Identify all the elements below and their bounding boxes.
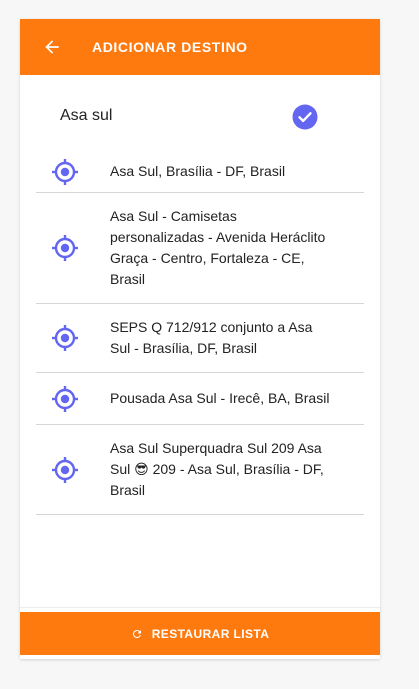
- footer-divider: [20, 607, 380, 608]
- result-label: Asa Sul Superquadra Sul 209 Asa Sul 😎 20…: [110, 440, 324, 498]
- confirm-button[interactable]: [292, 104, 318, 130]
- back-button[interactable]: [38, 33, 66, 61]
- result-label: Asa Sul, Brasília - DF, Brasil: [110, 163, 286, 179]
- location-target-icon: [52, 235, 78, 261]
- app-header: ADICIONAR DESTINO: [20, 19, 380, 75]
- result-label: SEPS Q 712/912 conjunto a Asa Sul - Bras…: [110, 319, 313, 356]
- search-row: [20, 94, 380, 140]
- arrow-left-icon: [45, 40, 59, 54]
- results-list: Asa Sul, Brasília - DF, Brasil Asa Sul -…: [36, 151, 364, 515]
- result-label: Asa Sul - Camisetas personalizadas - Ave…: [110, 208, 326, 287]
- destination-panel: ADICIONAR DESTINO Asa Sul, Brasília - DF…: [20, 19, 380, 659]
- location-target-icon: [52, 158, 78, 185]
- location-target-icon: [52, 385, 78, 412]
- destination-search-input[interactable]: [58, 102, 282, 130]
- list-item[interactable]: Asa Sul, Brasília - DF, Brasil: [36, 151, 364, 193]
- list-item[interactable]: Asa Sul Superquadra Sul 209 Asa Sul 😎 20…: [36, 425, 364, 515]
- result-label: Pousada Asa Sul - Irecê, BA, Brasil: [110, 390, 330, 406]
- location-target-icon: [52, 325, 78, 351]
- page-title: ADICIONAR DESTINO: [92, 39, 248, 55]
- list-item[interactable]: Asa Sul - Camisetas personalizadas - Ave…: [36, 193, 364, 304]
- restore-list-button[interactable]: RESTAURAR LISTA: [20, 612, 380, 655]
- refresh-icon: [132, 629, 141, 638]
- list-item[interactable]: Pousada Asa Sul - Irecê, BA, Brasil: [36, 373, 364, 425]
- check-circle-icon: [292, 104, 318, 130]
- location-target-icon: [52, 456, 78, 483]
- restore-list-label: RESTAURAR LISTA: [151, 626, 270, 641]
- list-item[interactable]: SEPS Q 712/912 conjunto a Asa Sul - Bras…: [36, 304, 364, 373]
